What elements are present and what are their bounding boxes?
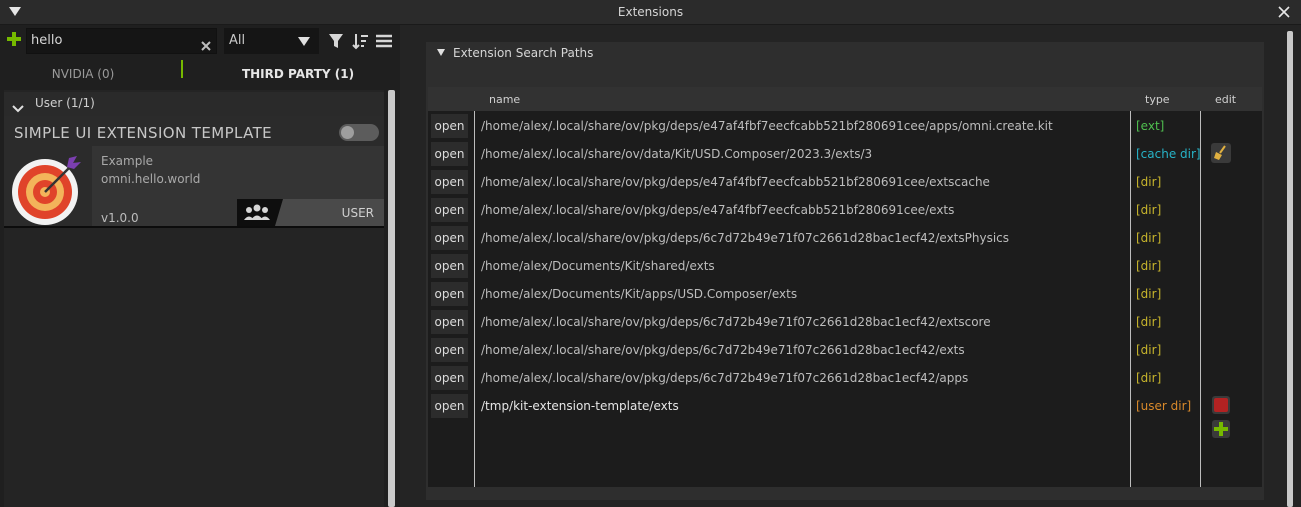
path-type: [ext] bbox=[1136, 119, 1165, 133]
add-extension-icon[interactable] bbox=[7, 31, 21, 46]
community-icon bbox=[237, 199, 283, 226]
extension-title: SIMPLE UI EXTENSION TEMPLATE bbox=[14, 124, 273, 142]
tab-nvidia[interactable]: NVIDIA (0) bbox=[0, 62, 166, 86]
clear-search-icon[interactable] bbox=[201, 36, 211, 51]
extension-badge: USER bbox=[341, 206, 374, 220]
open-button[interactable]: open bbox=[431, 170, 468, 194]
toggle-knob bbox=[341, 126, 354, 139]
filter-select-value: All bbox=[229, 33, 246, 48]
open-button[interactable]: open bbox=[431, 282, 468, 306]
chevron-down-icon bbox=[298, 37, 310, 46]
search-path: /home/alex/.local/share/ov/data/Kit/USD.… bbox=[481, 147, 873, 161]
path-type: [dir] bbox=[1136, 259, 1162, 273]
enable-toggle[interactable] bbox=[339, 124, 379, 141]
column-edit: edit bbox=[1215, 93, 1237, 106]
extension-category: Example bbox=[101, 154, 154, 168]
chevron-down-icon bbox=[12, 99, 24, 113]
right-scrollbar[interactable] bbox=[1287, 31, 1293, 507]
filter-icon[interactable] bbox=[328, 33, 344, 49]
open-button[interactable]: open bbox=[431, 310, 468, 334]
search-path: /home/alex/.local/share/ov/pkg/deps/e47a… bbox=[481, 203, 955, 217]
open-button[interactable]: open bbox=[431, 338, 468, 362]
extension-target-icon bbox=[11, 153, 83, 225]
search-value: hello bbox=[31, 33, 63, 48]
sort-icon[interactable] bbox=[351, 32, 369, 50]
path-type: [cache dir] bbox=[1136, 147, 1201, 161]
add-path-button[interactable] bbox=[1212, 420, 1230, 438]
search-path: /home/alex/.local/share/ov/pkg/deps/6c7d… bbox=[481, 371, 969, 385]
open-button[interactable]: open bbox=[431, 142, 468, 166]
close-icon[interactable] bbox=[1276, 4, 1292, 20]
column-separator bbox=[1130, 111, 1131, 487]
left-scrollbar[interactable] bbox=[388, 90, 395, 507]
search-path: /home/alex/Documents/Kit/shared/exts bbox=[481, 259, 715, 273]
open-button[interactable]: open bbox=[431, 366, 468, 390]
window-title: Extensions bbox=[617, 5, 684, 19]
column-name: name bbox=[489, 93, 521, 106]
column-type: type bbox=[1145, 93, 1170, 106]
search-path: /home/alex/.local/share/ov/pkg/deps/6c7d… bbox=[481, 315, 991, 329]
search-path: /tmp/kit-extension-template/exts bbox=[481, 399, 679, 413]
open-button[interactable]: open bbox=[431, 394, 468, 418]
extension-id: omni.hello.world bbox=[101, 172, 201, 186]
open-button[interactable]: open bbox=[431, 254, 468, 278]
path-type: [dir] bbox=[1136, 315, 1162, 329]
path-type: [dir] bbox=[1136, 175, 1162, 189]
section-collapse-icon[interactable] bbox=[437, 49, 445, 56]
open-button[interactable]: open bbox=[431, 198, 468, 222]
menu-icon[interactable] bbox=[376, 33, 392, 49]
search-path: /home/alex/.local/share/ov/pkg/deps/6c7d… bbox=[481, 343, 965, 357]
path-type: [user dir] bbox=[1136, 399, 1192, 413]
search-path: /home/alex/Documents/Kit/apps/USD.Compos… bbox=[481, 287, 798, 301]
search-path: /home/alex/.local/share/ov/pkg/deps/e47a… bbox=[481, 175, 990, 189]
search-path: /home/alex/.local/share/ov/pkg/deps/e47a… bbox=[481, 119, 1053, 133]
section-title[interactable]: Extension Search Paths bbox=[453, 46, 593, 60]
column-separator bbox=[474, 111, 475, 487]
path-type: [dir] bbox=[1136, 287, 1162, 301]
group-label: User (1/1) bbox=[35, 96, 95, 110]
delete-icon bbox=[1214, 398, 1228, 412]
tab-third-party[interactable]: THIRD PARTY (1) bbox=[196, 62, 400, 86]
clean-cache-icon[interactable] bbox=[1211, 143, 1231, 163]
path-type: [dir] bbox=[1136, 371, 1162, 385]
search-path: /home/alex/.local/share/ov/pkg/deps/6c7d… bbox=[481, 231, 1009, 245]
path-type: [dir] bbox=[1136, 231, 1162, 245]
open-button[interactable]: open bbox=[431, 114, 468, 138]
open-button[interactable]: open bbox=[431, 226, 468, 250]
delete-path-button[interactable] bbox=[1212, 396, 1230, 414]
extension-version: v1.0.0 bbox=[101, 211, 139, 225]
table-header bbox=[428, 87, 1262, 111]
path-type: [dir] bbox=[1136, 343, 1162, 357]
tab-divider bbox=[181, 60, 183, 78]
path-type: [dir] bbox=[1136, 203, 1162, 217]
column-separator bbox=[1200, 111, 1201, 487]
